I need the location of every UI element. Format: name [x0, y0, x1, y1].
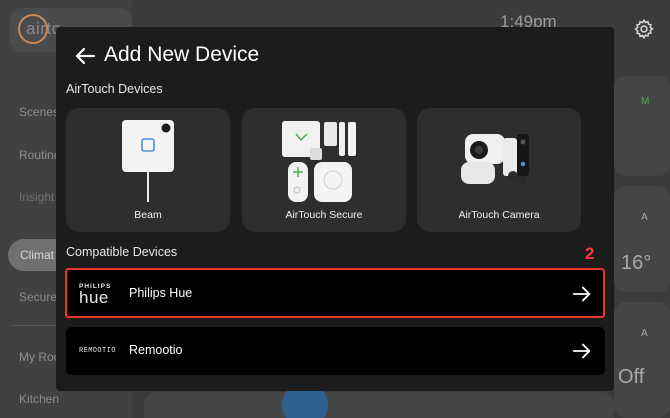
sidebar-item-my-room[interactable]: My Roo: [19, 350, 60, 364]
gear-icon[interactable]: [631, 18, 657, 44]
beam-device-icon: [66, 118, 230, 202]
device-card-airtouch-secure[interactable]: AirTouch Secure: [242, 108, 406, 232]
background-card-1: [614, 76, 670, 176]
background-label-a2: A: [641, 328, 648, 339]
background-label-m: M: [641, 96, 650, 107]
sidebar-item-insights[interactable]: Insight: [19, 190, 54, 204]
background-label-a1: A: [641, 212, 648, 223]
add-device-modal: Add New Device AirTouch Devices Beam Air…: [56, 27, 614, 391]
annotation-step-badge: 2: [585, 244, 595, 263]
philips-hue-logo: PHILIPS hue: [79, 270, 111, 318]
compatible-item-remootio-label: Remootio: [129, 343, 183, 357]
camera-devices-icon: [417, 118, 581, 202]
device-card-airtouch-camera-label: AirTouch Camera: [458, 209, 540, 221]
remootio-logo-text: REMOOTIO: [79, 347, 116, 355]
compatible-devices-heading: Compatible Devices: [66, 245, 178, 259]
remootio-logo: REMOOTIO: [79, 327, 116, 375]
device-card-airtouch-camera[interactable]: AirTouch Camera: [417, 108, 581, 232]
background-off-label: Off: [618, 366, 645, 388]
sidebar-item-kitchen[interactable]: Kitchen: [19, 392, 59, 406]
sidebar-item-scenes[interactable]: Scenes: [19, 105, 59, 119]
sidebar-item-routines[interactable]: Routine: [19, 148, 60, 162]
device-card-beam[interactable]: Beam: [66, 108, 230, 232]
device-card-beam-label: Beam: [134, 209, 162, 221]
device-card-airtouch-secure-label: AirTouch Secure: [285, 209, 363, 221]
sidebar-item-secure[interactable]: Secure: [19, 290, 57, 304]
arrow-right-icon: [571, 340, 593, 362]
secure-devices-icon: [242, 118, 406, 202]
airtouch-devices-heading: AirTouch Devices: [66, 82, 163, 96]
compatible-item-remootio[interactable]: REMOOTIO Remootio: [66, 327, 605, 375]
arrow-right-icon: [571, 283, 593, 305]
sidebar-item-climate-label: Climat: [20, 248, 55, 262]
background-card-bottom: [144, 392, 614, 418]
compatible-item-philips-hue-label: Philips Hue: [129, 286, 193, 300]
background-card-2: [614, 186, 670, 292]
background-card-3: [614, 302, 670, 418]
page-title: Add New Device: [104, 43, 260, 66]
back-arrow-icon[interactable]: [73, 44, 97, 68]
compatible-item-philips-hue[interactable]: PHILIPS hue Philips Hue: [66, 270, 605, 318]
hue-logo-text: hue: [79, 288, 109, 307]
background-temperature: 16°: [621, 252, 652, 274]
